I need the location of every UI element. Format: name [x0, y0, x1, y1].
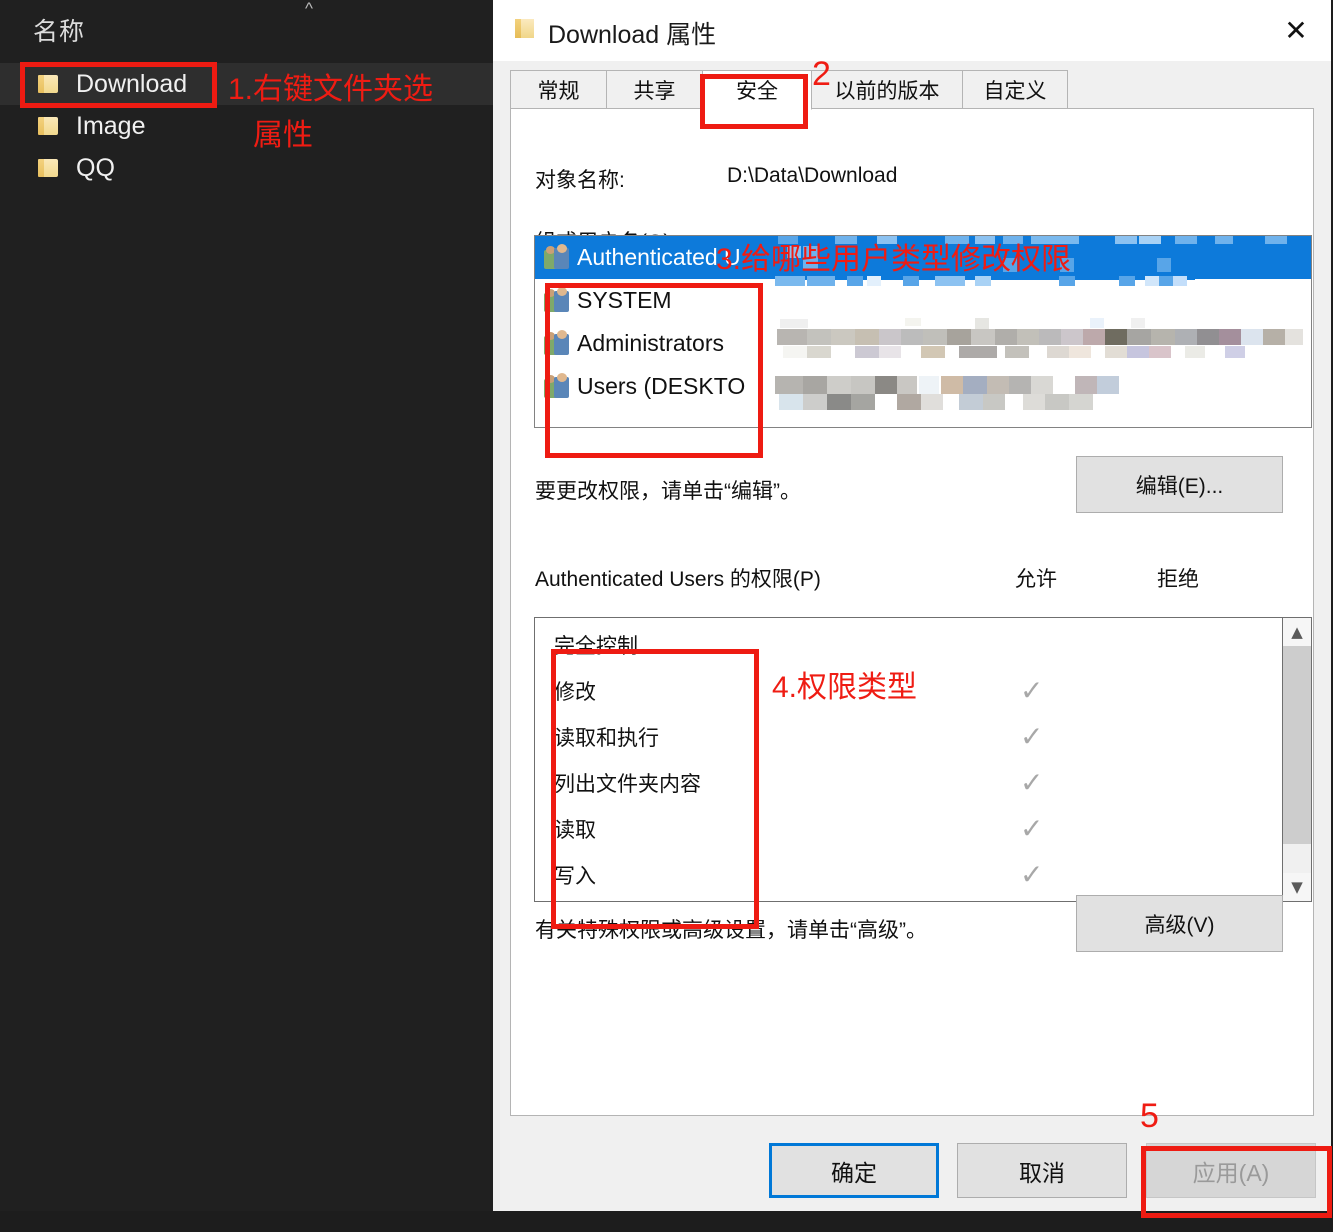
chevron-down-icon[interactable]: ▼ — [1283, 873, 1311, 901]
permission-label: 完全控制 — [554, 635, 638, 658]
list-item[interactable]: Administrators — [535, 322, 1311, 365]
list-item-label: Image — [76, 111, 146, 140]
advanced-button[interactable]: 高级(V) — [1076, 895, 1283, 952]
annotation-step1-line1: 1.右键文件夹选 — [228, 73, 434, 106]
tab-sharing[interactable]: 共享 — [606, 70, 703, 110]
permission-label: 修改 — [554, 681, 596, 704]
file-explorer-pane: 名称 ^ Download Image QQ — [0, 0, 493, 1232]
permissions-header: Authenticated Users 的权限(P) — [535, 568, 821, 591]
list-item-label: Users (DESKTO — [577, 373, 746, 399]
dialog-titlebar: Download 属性 ✕ — [493, 0, 1331, 61]
users-icon — [544, 243, 570, 270]
list-item[interactable]: Users (DESKTO — [535, 365, 1311, 408]
table-row[interactable]: 读取和执行 ✓ — [535, 714, 1311, 760]
list-item-label: QQ — [76, 153, 115, 182]
allow-checkmark-icon[interactable]: ✓ — [1020, 677, 1043, 705]
edit-button[interactable]: 编辑(E)... — [1076, 456, 1283, 513]
list-item-label: SYSTEM — [577, 287, 672, 313]
tab-label: 自定义 — [983, 80, 1047, 103]
cancel-button[interactable]: 取消 — [957, 1143, 1127, 1198]
annotation-step5: 5 — [1140, 1097, 1159, 1135]
allow-checkmark-icon[interactable]: ✓ — [1020, 815, 1043, 843]
users-icon — [544, 329, 570, 356]
permission-label: 读取和执行 — [554, 727, 659, 750]
tab-label: 共享 — [633, 80, 676, 103]
ok-button[interactable]: 确定 — [769, 1143, 939, 1198]
scrollbar-thumb[interactable] — [1283, 646, 1311, 844]
folder-icon — [515, 18, 537, 38]
edit-hint-text: 要更改权限，请单击“编辑”。 — [535, 480, 801, 503]
folder-icon — [38, 158, 62, 178]
allow-column-header: 允许 — [1015, 568, 1057, 591]
annotation-step1-line2: 属性 — [253, 119, 313, 152]
allow-checkmark-icon[interactable]: ✓ — [1020, 769, 1043, 797]
ok-button-label: 确定 — [831, 1159, 877, 1186]
users-icon — [544, 286, 570, 313]
advanced-button-label: 高级(V) — [1144, 913, 1215, 937]
folder-icon — [38, 74, 62, 94]
edit-button-label: 编辑(E)... — [1135, 474, 1224, 498]
tab-label: 以前的版本 — [834, 80, 940, 103]
tab-general[interactable]: 常规 — [510, 70, 607, 110]
dialog-footer: 确定 取消 应用(A) — [493, 1116, 1331, 1211]
column-header-name[interactable]: 名称 — [33, 12, 85, 48]
object-name-label: 对象名称: — [535, 169, 625, 192]
table-row[interactable]: 列出文件夹内容 ✓ — [535, 760, 1311, 806]
chevron-up-icon[interactable]: ▲ — [1283, 618, 1311, 646]
taskbar-strip — [0, 1211, 1333, 1232]
deny-column-header: 拒绝 — [1157, 568, 1199, 591]
permissions-listbox[interactable]: 完全控制 修改 ✓ 读取和执行 ✓ 列出文件夹内容 ✓ 读取 ✓ 写入 ✓ ▲ … — [534, 617, 1312, 902]
dialog-title: Download 属性 — [548, 21, 717, 49]
table-row[interactable]: 读取 ✓ — [535, 806, 1311, 852]
users-icon — [544, 372, 570, 399]
close-icon[interactable]: ✕ — [1273, 10, 1319, 50]
list-item[interactable]: Image — [0, 105, 493, 147]
tab-label: 常规 — [537, 80, 580, 103]
properties-dialog: Download 属性 ✕ 常规 共享 安全 以前的版本 自定义 对象名称: D… — [493, 0, 1333, 1211]
apply-button-label: 应用(A) — [1192, 1159, 1270, 1186]
annotation-step4: 4.权限类型 — [772, 671, 918, 704]
table-row[interactable]: 完全控制 — [535, 622, 1311, 668]
table-row[interactable]: 修改 ✓ — [535, 668, 1311, 714]
tab-previous-versions[interactable]: 以前的版本 — [811, 70, 963, 110]
annotation-step3: 3.给哪些用户类型修改权限 — [716, 243, 1072, 276]
list-item-label: Download — [76, 69, 188, 98]
annotation-step2: 2 — [812, 55, 831, 93]
permission-label: 列出文件夹内容 — [554, 773, 701, 796]
cancel-button-label: 取消 — [1019, 1159, 1065, 1186]
table-row[interactable]: 写入 ✓ — [535, 852, 1311, 898]
folder-icon — [38, 116, 62, 136]
tab-security[interactable]: 安全 — [702, 70, 812, 110]
object-name-value: D:\Data\Download — [727, 164, 898, 187]
list-item[interactable]: SYSTEM — [535, 279, 1311, 322]
allow-checkmark-icon[interactable]: ✓ — [1020, 861, 1043, 889]
permission-label: 写入 — [554, 865, 596, 888]
apply-button[interactable]: 应用(A) — [1146, 1143, 1316, 1198]
chevron-up-icon[interactable]: ^ — [305, 0, 313, 18]
list-item[interactable]: QQ — [0, 147, 493, 189]
tab-customize[interactable]: 自定义 — [962, 70, 1068, 110]
tab-label: 安全 — [736, 80, 778, 103]
permission-label: 读取 — [554, 819, 596, 842]
tab-strip: 常规 共享 安全 以前的版本 自定义 — [493, 61, 1331, 110]
advanced-hint-text: 有关特殊权限或高级设置，请单击“高级”。 — [535, 919, 927, 942]
scrollbar-vertical[interactable]: ▲ ▼ — [1282, 618, 1311, 901]
allow-checkmark-icon[interactable]: ✓ — [1020, 723, 1043, 751]
list-item-label: Administrators — [577, 330, 724, 356]
